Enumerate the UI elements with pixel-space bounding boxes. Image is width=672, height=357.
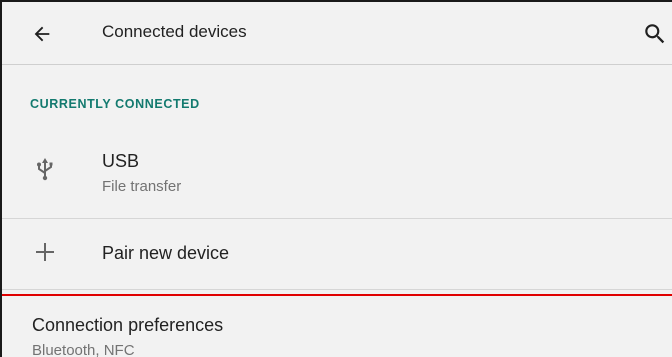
arrow-back-icon [34,26,50,42]
search-button[interactable] [642,16,672,52]
back-button[interactable] [24,16,60,52]
search-icon [645,24,665,44]
usb-title: USB [102,151,140,171]
toolbar: Connected devices [2,2,672,65]
usb-device-item[interactable]: USB File transfer [2,130,672,219]
pair-new-device-label: Pair new device [102,243,230,263]
connection-preferences-subtitle: Bluetooth, NFC [32,342,135,357]
usb-subtitle: File transfer [102,178,182,195]
pair-new-device-item[interactable]: Pair new device [2,219,672,290]
page-title: Connected devices [102,22,247,41]
connection-preferences-title: Connection preferences [32,315,224,335]
plus-icon [30,237,60,267]
usb-icon [30,154,60,184]
settings-screen: Connected devices CURRENTLY CONNECTED US… [0,0,672,357]
connection-preferences-item[interactable]: Connection preferences Bluetooth, NFC [2,294,672,357]
section-header-currently-connected: CURRENTLY CONNECTED [30,97,200,111]
